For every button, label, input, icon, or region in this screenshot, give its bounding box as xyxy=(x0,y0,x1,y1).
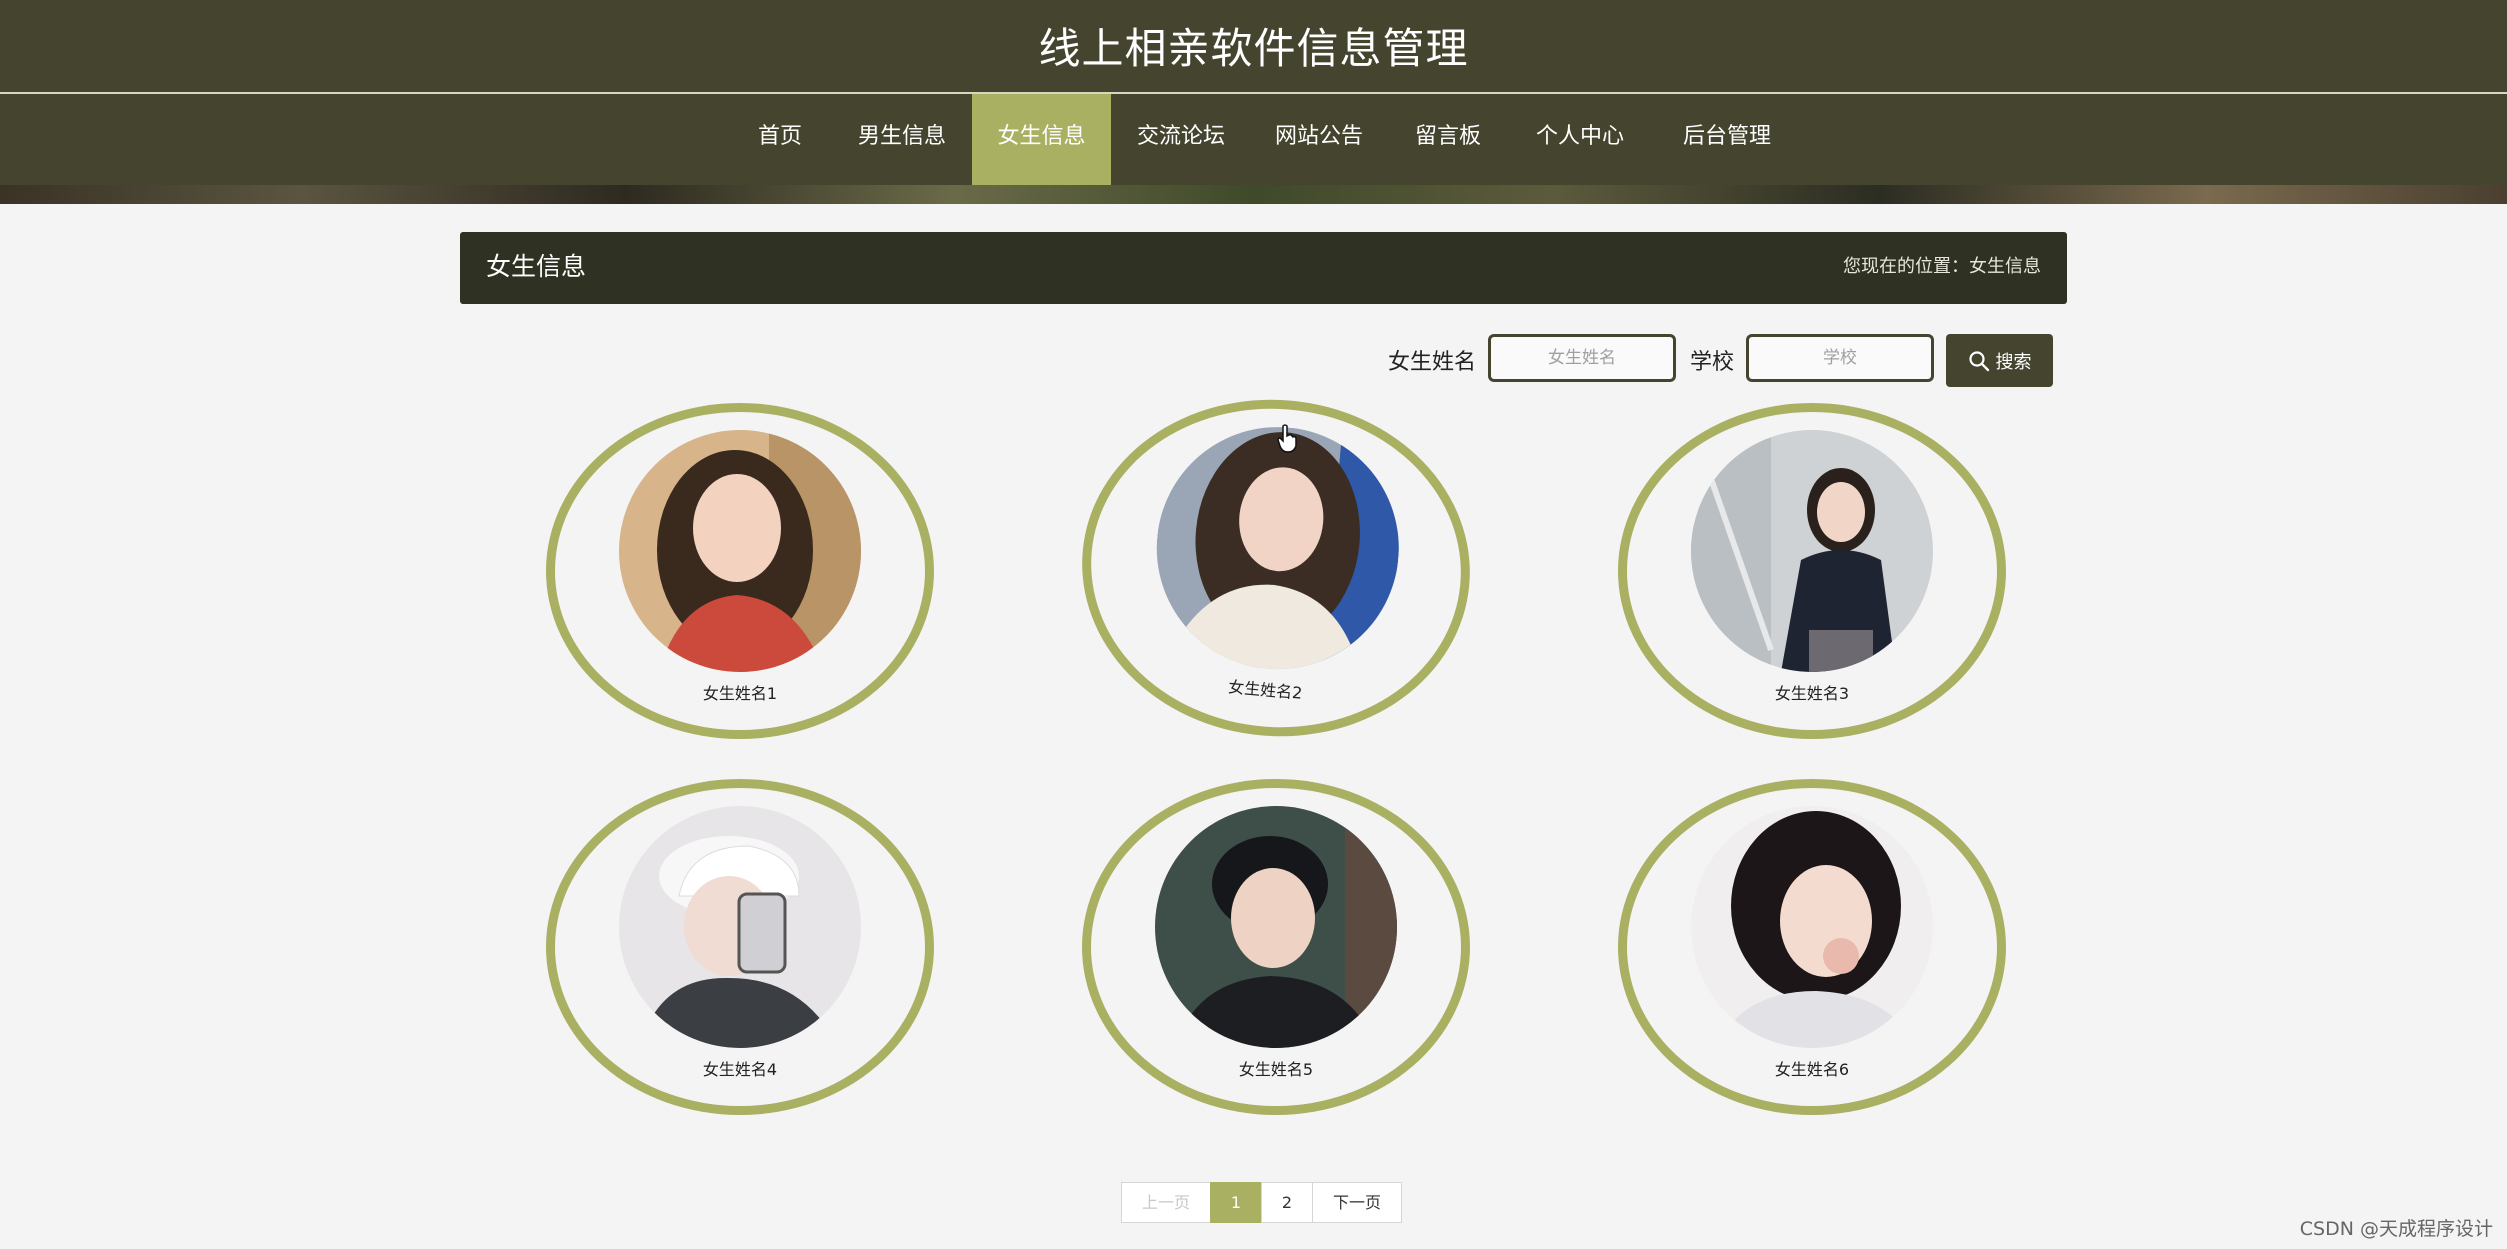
site-header: 线上相亲软件信息管理 xyxy=(0,0,2507,94)
profile-card[interactable]: 女生姓名6 xyxy=(1618,779,2006,1115)
nav-item-admin[interactable]: 后台管理 xyxy=(1671,94,1783,185)
profile-name: 女生姓名2 xyxy=(1227,677,1304,703)
search-bar: 女生姓名 学校 搜索 xyxy=(0,334,2507,388)
profile-photo xyxy=(1146,416,1409,680)
school-search-input[interactable] xyxy=(1746,334,1934,382)
profile-card[interactable]: 女生姓名1 xyxy=(546,403,934,739)
profile-photo xyxy=(619,430,861,672)
breadcrumb: 您现在的位置：女生信息 xyxy=(1843,256,2041,277)
nav-item-male-info[interactable]: 男生信息 xyxy=(846,94,958,185)
nav-item-female-info[interactable]: 女生信息 xyxy=(972,94,1111,185)
profile-name: 女生姓名4 xyxy=(702,1060,778,1079)
prev-page-button[interactable]: 上一页 xyxy=(1121,1182,1211,1223)
nav-item-message-board[interactable]: 留言板 xyxy=(1400,94,1496,185)
search-icon xyxy=(1968,350,1989,371)
breadcrumb-bar: 女生信息 您现在的位置：女生信息 xyxy=(460,232,2067,304)
next-page-button[interactable]: 下一页 xyxy=(1312,1182,1402,1223)
profile-photo xyxy=(1691,430,1933,672)
profile-name: 女生姓名5 xyxy=(1238,1060,1314,1079)
school-search-label: 学校 xyxy=(1690,350,1735,375)
profile-name: 女生姓名6 xyxy=(1774,1060,1850,1079)
profile-name: 女生姓名1 xyxy=(702,684,778,703)
profile-card[interactable]: 女生姓名4 xyxy=(546,779,934,1115)
nav-item-home[interactable]: 首页 xyxy=(740,94,820,185)
profile-photo xyxy=(1155,806,1397,1048)
hand-cursor-icon xyxy=(1277,424,1297,453)
name-search-input[interactable] xyxy=(1488,334,1676,382)
watermark: CSDN @天成程序设计 xyxy=(2299,1218,2493,1240)
profile-card[interactable]: 女生姓名5 xyxy=(1082,779,1470,1115)
nav-item-announcements[interactable]: 网站公告 xyxy=(1263,94,1375,185)
nav-item-forum[interactable]: 交流论坛 xyxy=(1125,94,1237,185)
profile-card[interactable]: 女生姓名3 xyxy=(1618,403,2006,739)
nav-item-personal-center[interactable]: 个人中心 xyxy=(1524,94,1636,185)
main-nav: 首页 男生信息 女生信息 交流论坛 网站公告 留言板 个人中心 后台管理 xyxy=(0,94,2507,185)
page-number-1[interactable]: 1 xyxy=(1210,1182,1262,1223)
search-button-label: 搜索 xyxy=(1995,351,2032,373)
pagination: 上一页 1 2 下一页 xyxy=(1121,1182,1402,1223)
profile-name: 女生姓名3 xyxy=(1774,684,1850,703)
profile-photo xyxy=(619,806,861,1048)
banner-image-strip xyxy=(0,185,2507,204)
search-button[interactable]: 搜索 xyxy=(1946,334,2053,387)
page-title: 女生信息 xyxy=(486,252,587,281)
profile-photo xyxy=(1691,806,1933,1048)
name-search-label: 女生姓名 xyxy=(1388,350,1477,375)
page-number-2[interactable]: 2 xyxy=(1261,1182,1313,1223)
site-title: 线上相亲软件信息管理 xyxy=(1038,23,1469,73)
